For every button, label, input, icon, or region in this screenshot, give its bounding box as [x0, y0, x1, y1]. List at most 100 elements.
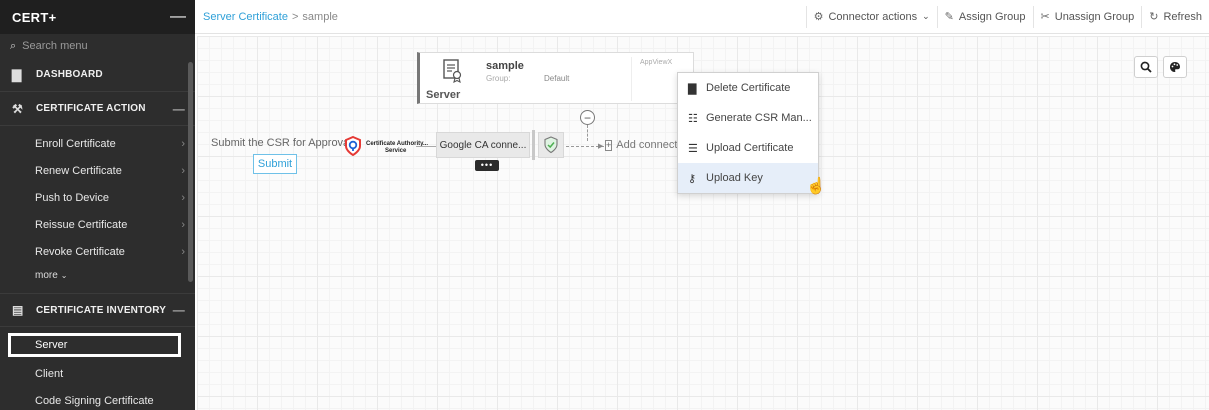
collapse-section-icon[interactable]: — [173, 303, 185, 317]
chevron-right-icon: › [181, 137, 185, 150]
section-title: CERTIFICATE ACTION [36, 103, 146, 114]
assign-group-label: Assign Group [958, 10, 1026, 23]
sidebar-item-reissue[interactable]: Reissue Certificate › [0, 211, 195, 238]
card-name: sample [486, 60, 524, 72]
certificate-card[interactable]: Server sample Group: Default AppViewX [417, 52, 694, 104]
menu-generate-csr[interactable]: ☷ Generate CSR Man... [678, 103, 818, 133]
chart-icon: ▇ [12, 67, 22, 82]
context-menu: ▇ Delete Certificate ☷ Generate CSR Man.… [677, 72, 819, 194]
menu-upload-key[interactable]: ⚷ Upload Key [678, 163, 818, 193]
connector-line [416, 146, 436, 147]
sidebar-search[interactable]: ⌕ Search menu [0, 34, 195, 58]
connector-node[interactable]: Google CA conne... [436, 132, 530, 158]
unassign-group-button[interactable]: ✂ Unassign Group [1032, 5, 1142, 28]
search-icon [1140, 61, 1152, 73]
trash-icon: ▇ [688, 82, 697, 95]
connector-divider [532, 130, 535, 160]
menu-delete-certificate[interactable]: ▇ Delete Certificate [678, 73, 818, 103]
menu-item-label: Upload Certificate [706, 142, 794, 154]
key-icon: ⚷ [688, 172, 697, 185]
breadcrumb-current: sample [302, 10, 338, 23]
hand-cursor-icon: ☝ [806, 178, 826, 195]
sidebar-item-enroll[interactable]: Enroll Certificate › [0, 130, 195, 157]
sidebar: CERT+ — ⌕ Search menu ▇ DASHBOARD ⚒ CERT… [0, 0, 195, 410]
sidebar-item-revoke[interactable]: Revoke Certificate › [0, 238, 195, 265]
refresh-label: Refresh [1163, 10, 1202, 23]
assign-group-button[interactable]: ✎ Assign Group [936, 5, 1033, 28]
certificate-authority-logo [345, 136, 361, 156]
chevron-down-icon: ⌄ [60, 270, 68, 280]
section-title: CERTIFICATE INVENTORY [36, 304, 167, 316]
collapse-section-icon[interactable]: — [173, 102, 185, 116]
sidebar-item-label: Code Signing Certificate [35, 394, 154, 407]
card-group-label: Group: [486, 74, 511, 83]
connector-line [587, 125, 588, 141]
collapse-node-icon[interactable]: − [580, 110, 595, 125]
add-connector-button[interactable]: + Add connector [605, 139, 677, 151]
sidebar-scrollbar[interactable] [188, 62, 193, 282]
sidebar-item-label: Push to Device [35, 191, 109, 204]
sidebar-item-label: Reissue Certificate [35, 218, 128, 231]
sidebar-item-renew[interactable]: Renew Certificate › [0, 157, 195, 184]
more-options-button[interactable]: ••• [475, 160, 499, 171]
card-group-value: Default [544, 74, 570, 83]
menu-item-label: Delete Certificate [706, 82, 791, 94]
breadcrumb-separator: > [291, 10, 299, 23]
card-type: Server [426, 89, 461, 101]
card-brand: AppViewX [640, 59, 673, 66]
sidebar-item-dashboard[interactable]: ▇ DASHBOARD [0, 58, 195, 92]
menu-item-label: Upload Key [706, 172, 763, 184]
toolbar-actions: ⚙ Connector actions ⌄ ✎ Assign Group ✂ U… [805, 0, 1209, 33]
upload-certificate-icon: ☰ [688, 142, 698, 155]
top-bar: Server Certificate > sample ⚙ Connector … [195, 0, 1209, 34]
certificate-action-icon: ⚒ [12, 101, 23, 116]
canvas-search-button[interactable] [1134, 56, 1158, 78]
palette-icon [1170, 62, 1180, 72]
menu-upload-certificate[interactable]: ☰ Upload Certificate [678, 133, 818, 163]
sidebar-item-label: Client [35, 367, 64, 380]
sidebar-item-label: Server [35, 339, 68, 351]
ca-subtitle: Service [385, 148, 407, 154]
plus-icon: + [605, 139, 613, 151]
more-link[interactable]: more ⌄ [0, 265, 195, 285]
search-placeholder: Search menu [22, 40, 88, 52]
submit-instruction: Submit the CSR for Approval. [211, 137, 355, 149]
search-icon: ⌕ [10, 39, 17, 52]
untag-icon: ✂ [1040, 11, 1050, 23]
chevron-down-icon: ⌄ [922, 11, 930, 21]
sidebar-item-label: Revoke Certificate [35, 245, 125, 258]
palette-button[interactable] [1163, 56, 1187, 78]
refresh-button[interactable]: ↻ Refresh [1141, 5, 1209, 28]
chevron-right-icon: › [181, 245, 185, 258]
collapse-sidebar-icon[interactable]: — [170, 8, 186, 26]
dashboard-label: DASHBOARD [36, 69, 103, 80]
sidebar-header: CERT+ — [0, 0, 195, 34]
brand-logo: CERT+ [12, 9, 57, 25]
tag-icon: ✎ [944, 11, 954, 23]
certificate-icon [443, 59, 462, 83]
refresh-icon: ↻ [1149, 11, 1159, 23]
sidebar-item-client[interactable]: Client [0, 360, 195, 387]
add-connector-label: Add connector [616, 139, 677, 151]
sidebar-item-push[interactable]: Push to Device › [0, 184, 195, 211]
breadcrumb-link[interactable]: Server Certificate [203, 11, 288, 23]
sidebar-item-label: Enroll Certificate [35, 137, 116, 150]
submit-button[interactable]: Submit [253, 154, 297, 174]
shield-check-icon[interactable] [538, 132, 564, 158]
section-certificate-inventory[interactable]: ▤ CERTIFICATE INVENTORY — [0, 293, 195, 327]
section-certificate-action[interactable]: ⚒ CERTIFICATE ACTION — [0, 92, 195, 126]
connector-actions-label: Connector actions [828, 10, 918, 23]
csr-icon: ☷ [688, 112, 698, 125]
connector-actions-dropdown[interactable]: ⚙ Connector actions ⌄ [805, 5, 937, 28]
inventory-icon: ▤ [12, 303, 24, 317]
sidebar-item-code-signing[interactable]: Code Signing Certificate [0, 387, 195, 410]
sidebar-item-server[interactable]: Server [8, 333, 181, 357]
chevron-right-icon: › [181, 191, 185, 204]
chevron-right-icon: › [181, 218, 185, 231]
unassign-group-label: Unassign Group [1054, 10, 1135, 23]
menu-item-label: Generate CSR Man... [706, 112, 812, 124]
more-label: more [35, 269, 58, 281]
gear-icon: ⚙ [813, 11, 824, 23]
card-divider [631, 57, 632, 101]
chevron-right-icon: › [181, 164, 185, 177]
